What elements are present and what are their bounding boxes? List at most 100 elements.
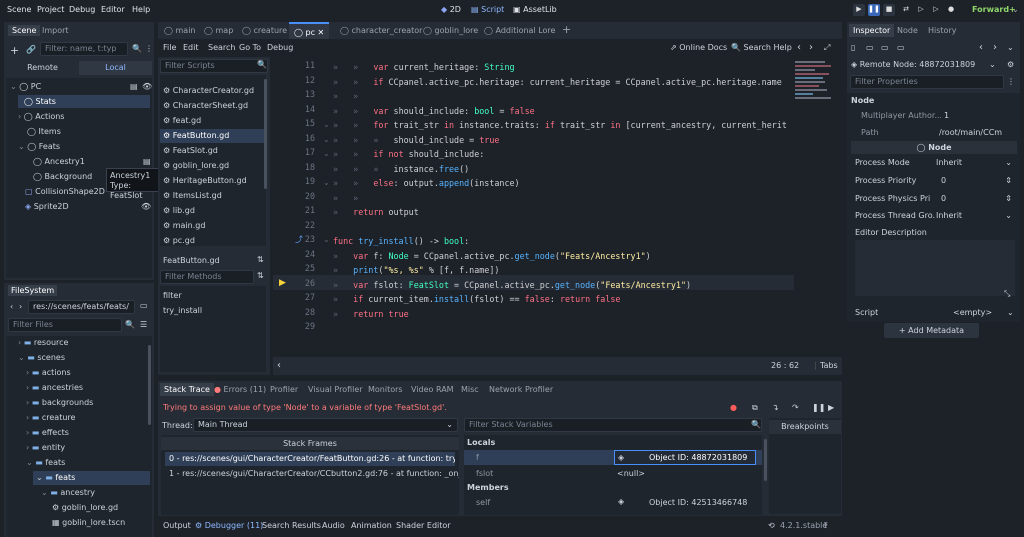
- tree-item-sprite2d[interactable]: ◈ Sprite2D 👁: [25, 202, 151, 211]
- script-item[interactable]: ⚙ CharacterSheet.gd: [163, 101, 248, 110]
- forward-icon[interactable]: ›: [993, 42, 997, 53]
- object-menu-icon[interactable]: ⚙: [1007, 60, 1014, 69]
- script-item[interactable]: ⚙ lib.gd: [163, 206, 195, 215]
- stop-icon[interactable]: ■: [883, 4, 895, 16]
- movie-icon[interactable]: ●: [945, 4, 957, 16]
- tab-import[interactable]: Import: [42, 26, 69, 35]
- play-scene-icon[interactable]: ▷: [915, 4, 927, 16]
- tree-item-collisionshape2d[interactable]: ▢ CollisionShape2D: [25, 187, 105, 196]
- tree-item-pc[interactable]: ⌄ ◯ PC ▤ 👁: [10, 82, 152, 91]
- script-item[interactable]: ⚙ feat.gd: [163, 116, 201, 125]
- search-icon[interactable]: 🔍: [132, 44, 142, 53]
- tab-stack-trace[interactable]: Stack Trace: [160, 383, 214, 396]
- folder-creature[interactable]: › ▬ creature: [26, 413, 75, 422]
- forward-icon[interactable]: ›: [809, 42, 813, 53]
- tab-scene[interactable]: Scene: [8, 25, 41, 36]
- menu-debug[interactable]: Debug: [69, 5, 95, 14]
- minimap[interactable]: [795, 59, 835, 107]
- fold-icon[interactable]: ⌄: [323, 135, 330, 144]
- forward-icon[interactable]: ›: [19, 302, 22, 311]
- online-docs-button[interactable]: ⇗ Online Docs: [670, 43, 727, 52]
- back-icon[interactable]: ‹: [797, 42, 801, 53]
- remote-node-selector[interactable]: ◈ Remote Node: 48872031809 ⌄: [851, 60, 996, 69]
- visibility-icon[interactable]: 👁: [142, 82, 152, 91]
- menu-file[interactable]: File: [163, 43, 176, 52]
- fold-icon[interactable]: ⌄: [323, 149, 330, 158]
- property-value[interactable]: /root/main/CCm: [939, 128, 1017, 137]
- stack-frame-row[interactable]: 0 - res://scenes/gui/CharacterCreator/Fe…: [165, 452, 455, 466]
- chevron-down-icon[interactable]: ⌄: [1012, 5, 1019, 14]
- scene-filter-input[interactable]: Filter: name, t:typ: [40, 42, 128, 56]
- fold-icon[interactable]: ⌄: [323, 120, 330, 129]
- new-resource-icon[interactable]: ▯: [851, 43, 855, 52]
- fold-icon[interactable]: ⌄: [323, 178, 330, 187]
- path-field[interactable]: res://scenes/feats/feats/: [28, 300, 135, 314]
- script-item[interactable]: ⚙ pc.gd: [163, 236, 195, 245]
- menu-goto[interactable]: Go To: [239, 43, 261, 52]
- tab-misc[interactable]: Misc: [461, 385, 479, 394]
- tab-debugger[interactable]: ⚙ Debugger (11): [195, 521, 263, 530]
- menu-scene[interactable]: Scene: [7, 5, 31, 14]
- scrollbar[interactable]: [764, 439, 767, 481]
- folder-feats[interactable]: ⌄ ▬ feats: [26, 458, 65, 467]
- step-over-icon[interactable]: ↷: [792, 403, 799, 412]
- indent-mode[interactable]: Tabs: [820, 361, 838, 370]
- script-item[interactable]: ⚙ goblin_lore.gd: [163, 161, 229, 170]
- property-value[interactable]: <empty>: [953, 308, 992, 317]
- tab-pc[interactable]: ◯ pc ✕: [289, 22, 330, 39]
- load-icon[interactable]: ▭: [866, 43, 874, 52]
- thread-select[interactable]: Main Thread ⌄: [193, 418, 458, 432]
- play-custom-icon[interactable]: ▷: [930, 4, 942, 16]
- script-icon[interactable]: ▤: [130, 82, 138, 91]
- script-item[interactable]: ⚙ CharacterCreator.gd: [163, 86, 254, 95]
- tab-inspector[interactable]: Inspector: [849, 24, 895, 37]
- history-icon[interactable]: ⟲: [768, 521, 775, 530]
- folder-entity[interactable]: › ▬ entity: [26, 443, 65, 452]
- tab-creature[interactable]: ◯ creature: [242, 26, 287, 35]
- visibility-icon[interactable]: 👁: [141, 202, 151, 211]
- layout-icon[interactable]: ⤒: [824, 521, 828, 531]
- tree-item-ancestry1[interactable]: ◯ Ancestry1 ▤: [33, 157, 151, 166]
- tab-search-results[interactable]: Search Results: [262, 521, 321, 530]
- tab-profiler[interactable]: Profiler: [270, 385, 298, 394]
- history-list-icon[interactable]: ⌄: [1007, 43, 1014, 52]
- fold-icon[interactable]: ⌄: [323, 235, 330, 244]
- tab-goblin-lore[interactable]: ◯ goblin_lore: [423, 26, 478, 35]
- folder-ancestry[interactable]: ⌄ ▬ ancestry: [41, 488, 95, 497]
- property-value[interactable]: 0 ⇕: [941, 176, 1016, 185]
- search-icon[interactable]: 🔍: [125, 320, 135, 329]
- tree-item-stats[interactable]: ◯ Stats: [18, 95, 150, 108]
- script-item[interactable]: ⚙ ItemsList.gd: [163, 191, 222, 200]
- play-icon[interactable]: ▶: [853, 4, 865, 16]
- tab-node[interactable]: Node: [897, 26, 918, 35]
- script-item[interactable]: ⚙ main.gd: [163, 221, 205, 230]
- menu-icon[interactable]: ⋮: [1007, 77, 1015, 86]
- method-item[interactable]: filter: [163, 291, 182, 300]
- back-icon[interactable]: ‹: [979, 42, 983, 53]
- folder-scenes[interactable]: ⌄ ▬ scenes: [18, 353, 65, 362]
- stack-frame-row[interactable]: 1 - res://scenes/gui/CharacterCreator/CC…: [169, 469, 459, 478]
- pause-icon[interactable]: ❚❚: [812, 403, 825, 412]
- code-area[interactable]: 11 12 13 14 15 16 17 18 19 20 21 22 23 2…: [273, 57, 842, 357]
- workspace-script[interactable]: ▤ Script: [471, 5, 504, 14]
- add-metadata-button[interactable]: + Add Metadata: [884, 323, 979, 338]
- tab-map[interactable]: ◯ map: [204, 26, 233, 35]
- script-item[interactable]: ⚙ HeritageButton.gd: [163, 176, 247, 185]
- menu-search[interactable]: Search: [208, 43, 235, 52]
- editor-description-field[interactable]: [855, 240, 1015, 296]
- file-goblin-lore-tscn[interactable]: ▦ goblin_lore.tscn: [52, 518, 125, 527]
- tab-audio[interactable]: Audio: [322, 521, 345, 530]
- add-node-icon[interactable]: +: [10, 44, 19, 57]
- sort-icon[interactable]: ☰: [140, 320, 147, 329]
- chevron-down-icon[interactable]: ⌄: [1007, 308, 1014, 317]
- tab-video-ram[interactable]: Video RAM: [411, 385, 454, 394]
- tree-item-feats[interactable]: ⌄ ◯ Feats: [18, 142, 60, 151]
- tab-animation[interactable]: Animation: [351, 521, 392, 530]
- sort-icon[interactable]: ⇅: [257, 255, 264, 264]
- link-icon[interactable]: 🔗: [26, 45, 36, 54]
- close-icon[interactable]: ✕: [318, 28, 325, 37]
- step-into-icon[interactable]: ↴: [772, 403, 779, 412]
- remote-debug-icon[interactable]: ⇄: [900, 4, 912, 16]
- property-value[interactable]: 0 ⇕: [941, 194, 1016, 203]
- tab-monitors[interactable]: Monitors: [368, 385, 403, 394]
